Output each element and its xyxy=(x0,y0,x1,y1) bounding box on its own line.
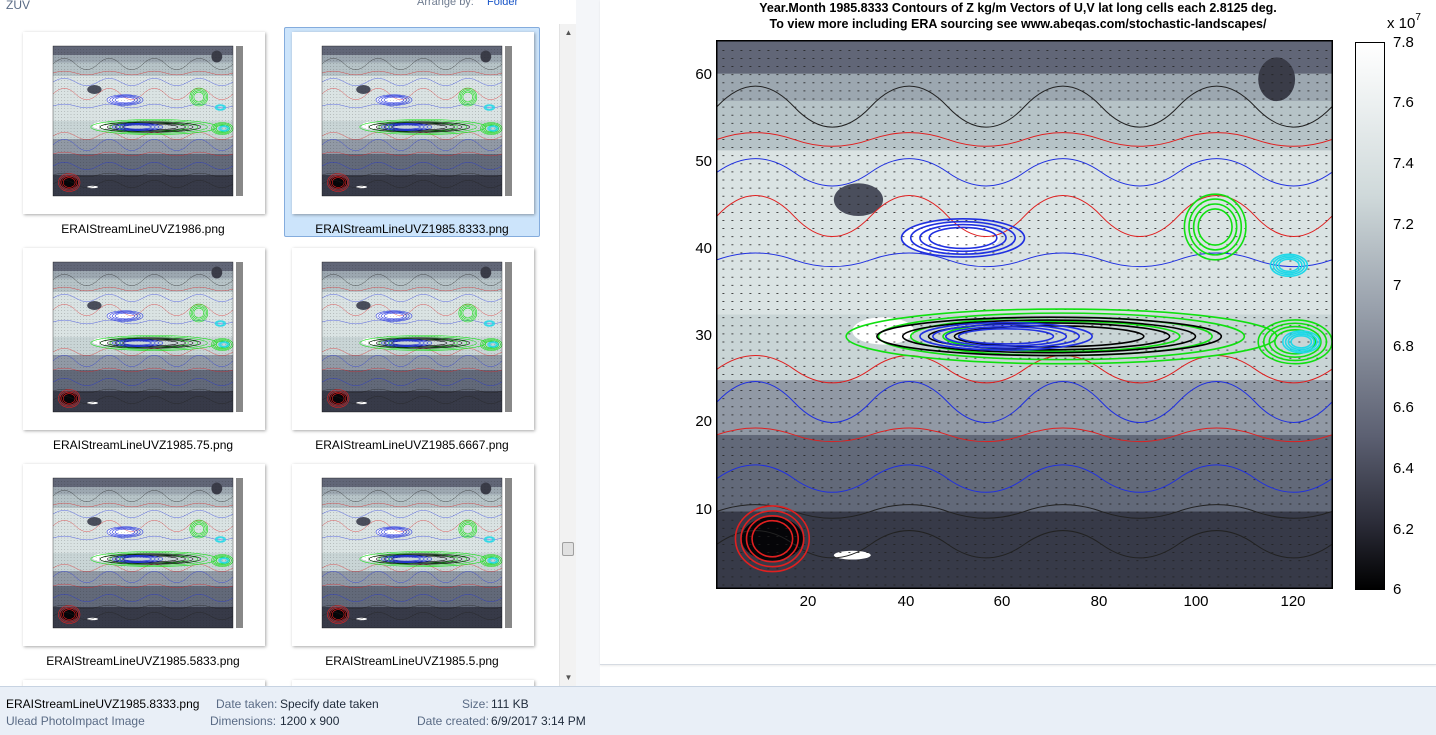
contour-map-plot xyxy=(716,40,1333,589)
scroll-up-arrow-icon[interactable]: ▲ xyxy=(560,24,576,41)
colorbar-exponent: 7 xyxy=(1415,12,1421,23)
file-thumbnail xyxy=(23,32,265,214)
file-item-partial[interactable] xyxy=(284,675,540,686)
file-name-label: ERAIStreamLineUVZ1985.75.png xyxy=(16,438,270,452)
file-item-1985-5[interactable]: ERAIStreamLineUVZ1985.5.png xyxy=(284,459,540,669)
colorbar-tick: 6.8 xyxy=(1393,338,1414,355)
file-thumbnail xyxy=(292,464,534,646)
x-tick-label: 120 xyxy=(1273,593,1313,610)
details-pane: ERAIStreamLineUVZ1985.8333.png Ulead Pho… xyxy=(0,686,1436,735)
y-tick-label: 40 xyxy=(688,240,712,257)
pane-splitter[interactable] xyxy=(576,0,600,686)
colorbar-tick: 7.2 xyxy=(1393,216,1414,233)
colorbar xyxy=(1355,42,1385,590)
dimensions-value: 1200 x 900 xyxy=(280,714,339,728)
colorbar-tick: 6.2 xyxy=(1393,521,1414,538)
y-tick-label: 10 xyxy=(688,501,712,518)
x-tick-label: 20 xyxy=(788,593,828,610)
file-name-label: ERAIStreamLineUVZ1985.6667.png xyxy=(285,438,539,452)
arrange-by-label: Arrange by: xyxy=(417,0,474,8)
scroll-thumb[interactable] xyxy=(562,542,574,556)
file-item-1985-8333[interactable]: ERAIStreamLineUVZ1985.8333.png xyxy=(284,27,540,237)
arrange-by-dropdown[interactable]: Folder xyxy=(487,0,518,8)
size-value: 111 KB xyxy=(491,697,529,711)
file-thumbnail xyxy=(23,248,265,430)
file-list-pane[interactable]: ZUV Arrange by: Folder ERAIStreamLineUVZ… xyxy=(0,0,576,686)
folder-name: ZUV xyxy=(6,0,30,12)
file-thumbnail xyxy=(23,464,265,646)
x-tick-label: 100 xyxy=(1176,593,1216,610)
file-item-1985-6667[interactable]: ERAIStreamLineUVZ1985.6667.png xyxy=(284,243,540,453)
contour-map-image xyxy=(717,41,1332,588)
file-thumbnail xyxy=(292,248,534,430)
file-item-1985-75[interactable]: ERAIStreamLineUVZ1985.75.png xyxy=(15,243,271,453)
x-tick-label: 80 xyxy=(1079,593,1119,610)
file-item-1985-5833[interactable]: ERAIStreamLineUVZ1985.5833.png xyxy=(15,459,271,669)
details-file-type: Ulead PhotoImpact Image xyxy=(6,714,145,728)
date-taken-field[interactable]: Specify date taken xyxy=(280,697,379,711)
preview-pane: Year.Month 1985.8333 Contours of Z kg/m … xyxy=(600,0,1436,665)
library-header: ZUV Arrange by: Folder xyxy=(0,0,560,20)
file-name-label: ERAIStreamLineUVZ1985.5.png xyxy=(285,654,539,668)
size-label: Size: xyxy=(462,697,489,711)
x-tick-label: 60 xyxy=(982,593,1022,610)
colorbar-multiplier: x 107 xyxy=(1387,15,1421,32)
plot-subtitle: To view more including ERA sourcing see … xyxy=(600,17,1436,31)
plot-title: Year.Month 1985.8333 Contours of Z kg/m … xyxy=(600,1,1436,15)
colorbar-tick: 7 xyxy=(1393,277,1401,294)
x-tick-label: 40 xyxy=(886,593,926,610)
dimensions-label: Dimensions: xyxy=(210,714,276,728)
file-name-label: ERAIStreamLineUVZ1986.png xyxy=(16,222,270,236)
date-taken-label: Date taken: xyxy=(216,697,277,711)
colorbar-tick: 7.4 xyxy=(1393,155,1414,172)
scroll-down-arrow-icon[interactable]: ▼ xyxy=(560,669,576,686)
file-name-label: ERAIStreamLineUVZ1985.5833.png xyxy=(16,654,270,668)
file-item-partial[interactable] xyxy=(15,675,271,686)
colorbar-tick: 6.6 xyxy=(1393,399,1414,416)
y-tick-label: 60 xyxy=(688,66,712,83)
colorbar-tick: 7.6 xyxy=(1393,94,1414,111)
y-tick-label: 30 xyxy=(688,327,712,344)
details-file-name: ERAIStreamLineUVZ1985.8333.png xyxy=(6,697,199,711)
colorbar-tick: 6 xyxy=(1393,581,1401,598)
file-thumbnail xyxy=(292,32,534,214)
date-created-value: 6/9/2017 3:14 PM xyxy=(491,714,586,728)
file-item-1986[interactable]: ERAIStreamLineUVZ1986.png xyxy=(15,27,271,237)
colorbar-multiplier-base: x 10 xyxy=(1387,15,1415,32)
vertical-scrollbar[interactable]: ▲ ▼ xyxy=(559,24,576,686)
date-created-label: Date created: xyxy=(417,714,489,728)
y-tick-label: 50 xyxy=(688,153,712,170)
y-tick-label: 20 xyxy=(688,413,712,430)
file-name-label: ERAIStreamLineUVZ1985.8333.png xyxy=(285,222,539,236)
colorbar-tick: 6.4 xyxy=(1393,460,1414,477)
colorbar-tick: 7.8 xyxy=(1393,34,1414,51)
